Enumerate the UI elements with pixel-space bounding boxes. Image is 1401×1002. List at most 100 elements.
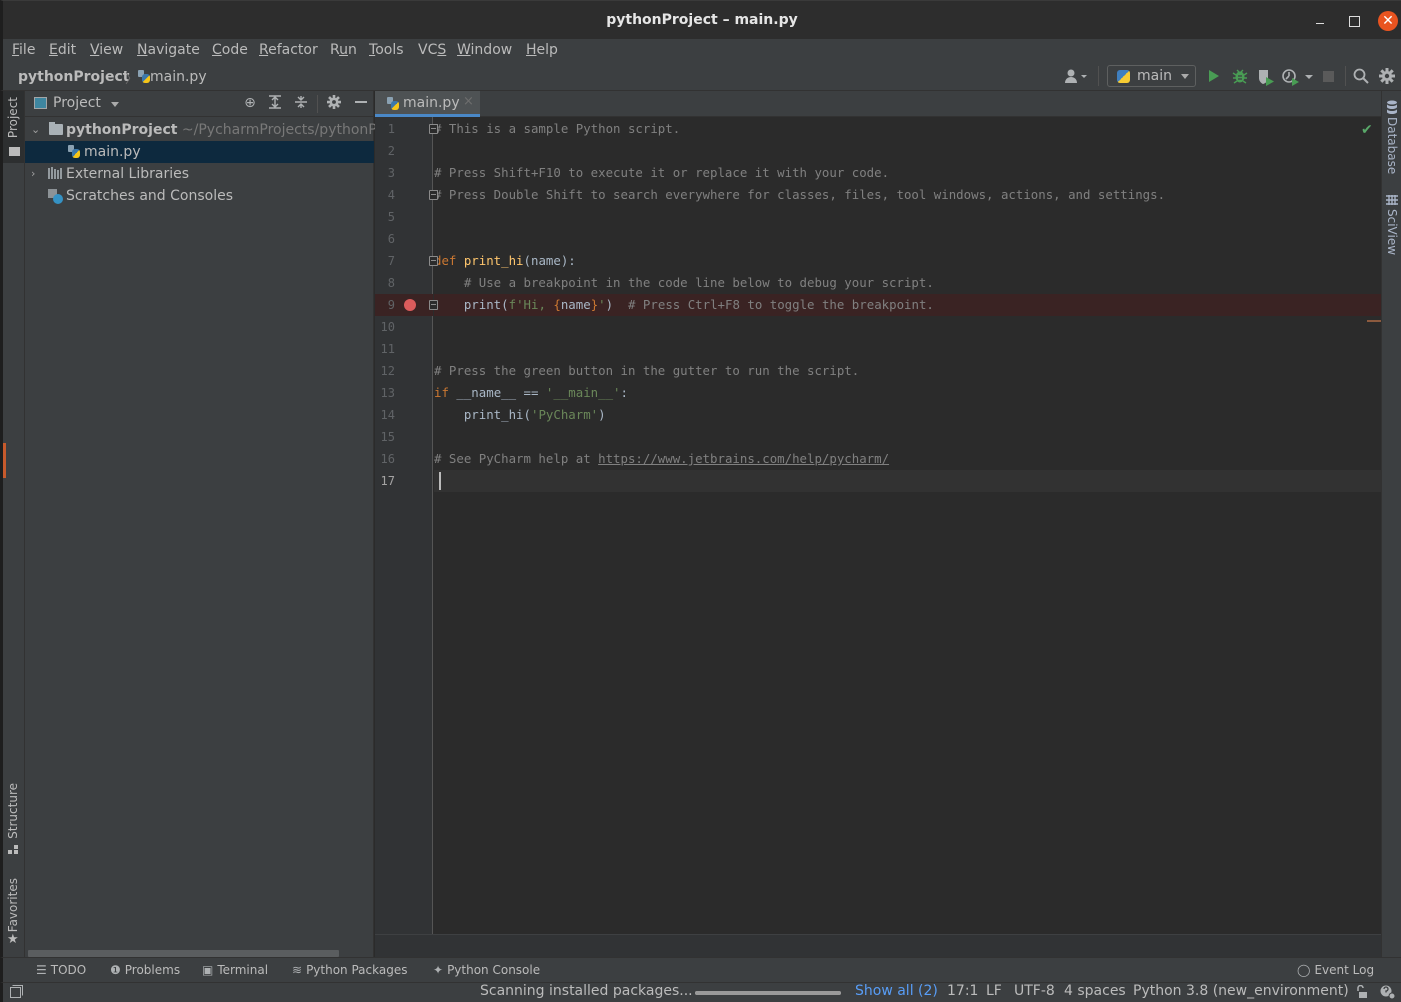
menu-label: dit xyxy=(57,42,77,58)
hide-panel-icon[interactable] xyxy=(353,95,369,113)
menu-navigate[interactable]: Navigate xyxy=(137,42,200,58)
project-path: ~/PycharmProjects/pythonPr xyxy=(181,122,383,138)
user-icon[interactable] xyxy=(1063,68,1089,86)
code-editor[interactable]: 1 2 3 4 5 6 7 8 9 10 11 12 13 14 15 16 1… xyxy=(375,117,1381,934)
chevron-down-icon[interactable] xyxy=(111,102,119,107)
collapse-all-icon[interactable] xyxy=(293,95,309,113)
menu-edit[interactable]: Edit xyxy=(49,42,76,58)
tree-item-main-py[interactable]: main.py xyxy=(25,141,374,163)
line-separator[interactable]: LF xyxy=(986,983,1002,999)
mnemonic: V xyxy=(90,42,100,58)
close-tab-icon[interactable]: × xyxy=(463,94,474,109)
keyword: def xyxy=(434,253,464,268)
tool-tab-structure[interactable]: Structure xyxy=(3,781,25,861)
python-interpreter[interactable]: Python 3.8 (new_environment) xyxy=(1133,983,1349,999)
fold-icon[interactable] xyxy=(429,300,438,310)
menu-tools[interactable]: Tools xyxy=(369,42,404,58)
python-logo-icon xyxy=(1117,70,1130,83)
tool-tab-project[interactable]: Project xyxy=(3,91,24,163)
menu-help[interactable]: Help xyxy=(526,42,558,58)
code-area[interactable]: # This is a sample Python script. # Pres… xyxy=(434,117,1381,934)
breadcrumb-project[interactable]: pythonProject xyxy=(18,69,129,85)
locate-file-icon[interactable]: ⊕ xyxy=(242,95,258,111)
editor-gutter[interactable]: 1 2 3 4 5 6 7 8 9 10 11 12 13 14 15 16 1… xyxy=(375,117,438,934)
tool-python-packages[interactable]: ≋ Python Packages xyxy=(292,963,407,977)
code-line: def print_hi(name): xyxy=(434,250,1381,272)
project-view-selector[interactable]: Project xyxy=(53,95,101,111)
minimize-button[interactable] xyxy=(1310,11,1330,31)
tree-item-external-libraries[interactable]: › External Libraries xyxy=(25,163,374,185)
fold-icon[interactable] xyxy=(429,124,438,134)
search-icon[interactable] xyxy=(1353,68,1369,86)
maximize-button[interactable] xyxy=(1344,11,1364,31)
coverage-icon[interactable] xyxy=(1257,68,1275,86)
tool-tab-favorites[interactable]: Favorites ★ xyxy=(3,876,25,956)
lock-icon[interactable] xyxy=(1356,984,1368,1002)
profile-icon[interactable] xyxy=(1281,68,1315,86)
sciview-icon xyxy=(1386,195,1398,205)
indent-setting[interactable]: 4 spaces xyxy=(1064,983,1126,999)
file-encoding[interactable]: UTF-8 xyxy=(1014,983,1055,999)
tab-label: main.py xyxy=(403,95,460,111)
caret-position[interactable]: 17:1 xyxy=(947,983,978,999)
menu-run[interactable]: Run xyxy=(330,42,357,58)
error-stripe-mark[interactable] xyxy=(1367,320,1381,322)
tool-tab-database[interactable]: Database xyxy=(1382,97,1401,177)
settings-icon[interactable] xyxy=(1379,68,1395,86)
menu-bar: File Edit View Navigate Code Refactor Ru… xyxy=(0,39,1401,63)
menu-refactor[interactable]: Refactor xyxy=(259,42,318,58)
run-configuration-select[interactable]: main xyxy=(1107,65,1196,87)
close-button[interactable]: ✕ xyxy=(1378,11,1398,31)
background-task-label[interactable]: Scanning installed packages... xyxy=(480,983,693,999)
left-tool-stripe: Project Structure Favorites ★ xyxy=(0,91,25,957)
code-line: # Press Shift+F10 to execute it or repla… xyxy=(434,162,1381,184)
menu-vcs[interactable]: VCS xyxy=(418,42,446,58)
code-line: # Press Double Shift to search everywher… xyxy=(434,184,1381,206)
editor-tab-main-py[interactable]: main.py × xyxy=(375,91,480,117)
show-all-tasks-link[interactable]: Show all (2) xyxy=(855,983,938,999)
panel-settings-icon[interactable] xyxy=(326,95,342,113)
fold-icon[interactable] xyxy=(429,190,438,200)
toggle-tool-windows-icon[interactable] xyxy=(10,985,23,1002)
tool-terminal[interactable]: ▣ Terminal xyxy=(202,963,268,977)
checkmark-icon[interactable]: ✔ xyxy=(1361,122,1373,138)
menu-window[interactable]: Window xyxy=(457,42,512,58)
tree-item-project-root[interactable]: ⌄ pythonProject ~/PycharmProjects/python… xyxy=(25,119,382,141)
chevron-down-icon[interactable]: ⌄ xyxy=(31,123,40,136)
menu-code[interactable]: Code xyxy=(212,42,248,58)
line-number: 12 xyxy=(380,364,395,378)
menu-label: R xyxy=(330,42,340,58)
run-config-label: main xyxy=(1137,68,1172,84)
line-number: 4 xyxy=(387,188,395,202)
expand-all-icon[interactable] xyxy=(267,95,283,113)
tool-todo[interactable]: ☰ TODO xyxy=(36,963,86,977)
tool-event-log[interactable]: ◯ Event Log xyxy=(1297,963,1374,977)
tool-problems[interactable]: ❶ Problems xyxy=(110,963,180,977)
tool-tab-sciview[interactable]: SciView xyxy=(1382,195,1401,265)
code-text: ) xyxy=(598,407,606,422)
horizontal-scrollbar[interactable] xyxy=(28,950,339,957)
fold-icon[interactable] xyxy=(429,256,438,266)
breadcrumb-file[interactable]: main.py xyxy=(138,69,207,85)
debug-icon[interactable] xyxy=(1232,68,1248,86)
tree-item-scratches[interactable]: Scratches and Consoles xyxy=(25,185,374,207)
project-name: pythonProject xyxy=(66,122,178,138)
string: f'Hi, xyxy=(508,297,554,312)
tool-label: Terminal xyxy=(217,963,269,977)
right-tool-stripe: Database SciView xyxy=(1381,91,1401,957)
comment: # See PyCharm help at xyxy=(434,451,599,466)
breakpoint-icon[interactable] xyxy=(404,299,416,311)
menu-view[interactable]: View xyxy=(90,42,123,58)
tree-item-label: External Libraries xyxy=(66,166,189,182)
inspection-settings-icon[interactable] xyxy=(1380,984,1396,1002)
run-icon[interactable] xyxy=(1206,68,1222,86)
menu-label: efactor xyxy=(268,42,318,58)
chevron-right-icon[interactable]: › xyxy=(31,167,35,180)
help-link[interactable]: https://www.jetbrains.com/help/pycharm/ xyxy=(598,451,889,466)
line-number-current: 17 xyxy=(380,474,395,488)
stop-icon[interactable] xyxy=(1322,68,1336,86)
code-text: print_hi( xyxy=(434,407,531,422)
tool-python-console[interactable]: ✦ Python Console xyxy=(433,963,540,977)
background-task-progress[interactable] xyxy=(695,991,841,995)
menu-file[interactable]: File xyxy=(12,42,35,58)
